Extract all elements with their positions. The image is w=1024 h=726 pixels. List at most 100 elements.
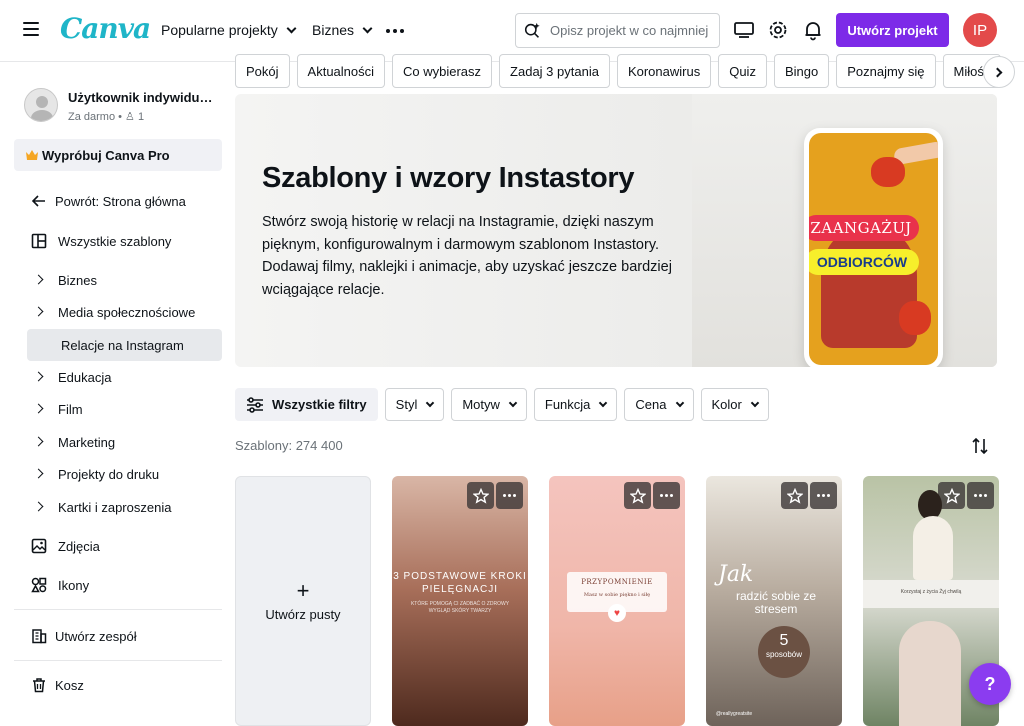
card-tools	[467, 482, 523, 509]
card-tools	[624, 482, 680, 509]
template-script-title: Jak	[718, 562, 754, 587]
chip-coronavirus[interactable]: Koronawirus	[616, 54, 712, 88]
trash-link[interactable]: Kosz	[27, 670, 84, 700]
chevron-right-icon	[33, 403, 44, 414]
top-bar: Canva Popularne projekty Biznes Opisz pr…	[0, 0, 1024, 62]
filter-price[interactable]: Cena	[624, 388, 694, 421]
sidebar-item-label: Edukacja	[58, 369, 112, 385]
create-project-button[interactable]: Utwórz projekt	[836, 13, 949, 47]
torn-paper-caption: Korzystaj z życia Żyj chwilą	[863, 580, 999, 608]
page-title: Szablony i wzory Instastory	[262, 162, 635, 194]
try-pro-button[interactable]: Wypróbuj Canva Pro	[14, 139, 222, 171]
template-subtitle: KTÓRE POMOGĄ CI ZADBAĆ O ZDROWY WYGLĄD S…	[410, 601, 510, 614]
chevron-down-icon	[750, 398, 760, 408]
sidebar-item-label: Kosz	[55, 677, 84, 693]
canva-logo[interactable]: Canva	[60, 12, 151, 45]
sidebar: Użytkownik indywidual... Za darmo • ♙ 1 …	[0, 62, 235, 716]
sidebar-item-print[interactable]: Projekty do druku	[27, 459, 159, 489]
nav-business[interactable]: Biznes	[312, 22, 373, 38]
star-icon[interactable]	[781, 482, 808, 509]
gear-icon[interactable]	[767, 19, 789, 41]
template-title: PRZYPOMNIENIE	[581, 578, 653, 586]
user-avatar[interactable]: IP	[963, 13, 997, 47]
chip-bingo[interactable]: Bingo	[773, 54, 830, 88]
filter-theme[interactable]: Motyw	[451, 388, 527, 421]
template-card[interactable]: 3 PODSTAWOWE KROKI PIELĘGNACJI KTÓRE POM…	[392, 476, 528, 726]
help-button[interactable]: ?	[969, 663, 1011, 705]
chevron-down-icon	[426, 398, 435, 408]
trash-icon	[33, 678, 45, 693]
desktop-app-icon[interactable]	[733, 19, 755, 41]
template-subtitle: Masz w sobie piękno i siłę	[583, 592, 651, 598]
star-icon[interactable]	[938, 482, 965, 509]
sidebar-item-cards[interactable]: Kartki i zaproszenia	[27, 492, 171, 522]
filter-label: Kolor	[711, 397, 742, 412]
nav-label: Popularne projekty	[161, 22, 278, 38]
template-title: radzić sobie ze stresem	[735, 589, 817, 616]
filter-label: Motyw	[462, 397, 500, 412]
hero-banner: Szablony i wzory Instastory Stwórz swoją…	[235, 94, 997, 367]
nav-popular-projects[interactable]: Popularne projekty	[161, 22, 297, 38]
badge-label: sposobów	[765, 650, 803, 659]
star-icon[interactable]	[467, 482, 494, 509]
arrow-left-icon	[31, 195, 45, 207]
all-templates-label: Wszystkie szablony	[58, 233, 172, 249]
sidebar-item-instagram-stories[interactable]: Relacje na Instagram	[27, 329, 222, 361]
sidebar-item-video[interactable]: Film	[27, 394, 83, 424]
chip-quiz[interactable]: Quiz	[718, 54, 767, 88]
person-icon: ♙	[125, 111, 135, 123]
sidebar-item-marketing[interactable]: Marketing	[27, 427, 115, 457]
more-icon[interactable]	[810, 482, 837, 509]
audience-sticker: ODBIORCÓW	[809, 249, 919, 275]
card-tools	[938, 482, 994, 509]
avatar	[24, 88, 58, 122]
filter-label: Funkcja	[544, 397, 591, 412]
main-content: Pokój Aktualności Co wybierasz Zadaj 3 p…	[235, 54, 1024, 726]
sidebar-item-education[interactable]: Edukacja	[27, 362, 111, 392]
sidebar-item-photos[interactable]: Zdjęcia	[27, 531, 100, 561]
person-image	[899, 621, 961, 726]
create-team-link[interactable]: Utwórz zespół	[27, 621, 137, 651]
all-templates-link[interactable]: Wszystkie szablony	[27, 226, 171, 256]
more-icon[interactable]	[386, 29, 404, 33]
all-filters-button[interactable]: Wszystkie filtry	[235, 388, 378, 421]
filter-color[interactable]: Kolor	[700, 388, 769, 421]
sort-icon[interactable]	[971, 437, 989, 455]
more-icon[interactable]	[496, 482, 523, 509]
sidebar-item-social-media[interactable]: Media społecznościowe	[27, 297, 195, 327]
chips-next-button[interactable]	[983, 56, 1015, 88]
divider	[14, 660, 222, 661]
bell-icon[interactable]	[802, 19, 824, 41]
account-switcher[interactable]: Użytkownik indywidual... Za darmo • ♙ 1	[24, 88, 218, 123]
filter-style[interactable]: Styl	[384, 388, 445, 421]
chip-news[interactable]: Aktualności	[296, 54, 386, 88]
divider	[14, 609, 222, 610]
template-title: 3 PODSTAWOWE KROKI PIELĘGNACJI	[393, 571, 527, 595]
chevron-right-icon	[33, 274, 44, 285]
search-input[interactable]: Opisz projekt w co najmniej	[515, 13, 720, 48]
chip-get-to-know[interactable]: Poznajmy się	[836, 54, 936, 88]
template-card[interactable]: Jak radzić sobie ze stresem 5 sposobów @…	[706, 476, 842, 726]
create-blank-card[interactable]: + Utwórz pusty	[235, 476, 371, 726]
filter-bar: Wszystkie filtry Styl Motyw Funkcja Cena…	[235, 388, 769, 421]
filter-feature[interactable]: Funkcja	[533, 388, 618, 421]
sidebar-item-icons[interactable]: Ikony	[27, 570, 89, 600]
template-card[interactable]: PRZYPOMNIENIE Masz w sobie piękno i siłę…	[549, 476, 685, 726]
menu-icon[interactable]	[23, 22, 39, 38]
more-icon[interactable]	[653, 482, 680, 509]
plus-icon: +	[296, 577, 310, 603]
sidebar-item-business[interactable]: Biznes	[27, 265, 97, 295]
more-icon[interactable]	[967, 482, 994, 509]
chip-peace[interactable]: Pokój	[235, 54, 290, 88]
sidebar-item-label: Ikony	[58, 577, 90, 593]
pro-label: Wypróbuj Canva Pro	[42, 147, 170, 163]
number-badge: 5 sposobów	[758, 626, 810, 678]
sidebar-item-label: Marketing	[58, 434, 116, 450]
star-icon[interactable]	[624, 482, 651, 509]
shapes-icon	[31, 577, 47, 593]
back-home-link[interactable]: Powrót: Strona główna	[27, 186, 186, 216]
chip-ask-3-questions[interactable]: Zadaj 3 pytania	[499, 54, 610, 88]
chip-this-or-that[interactable]: Co wybierasz	[392, 54, 493, 88]
chevron-right-icon	[992, 67, 1003, 77]
all-filters-label: Wszystkie filtry	[272, 397, 367, 412]
